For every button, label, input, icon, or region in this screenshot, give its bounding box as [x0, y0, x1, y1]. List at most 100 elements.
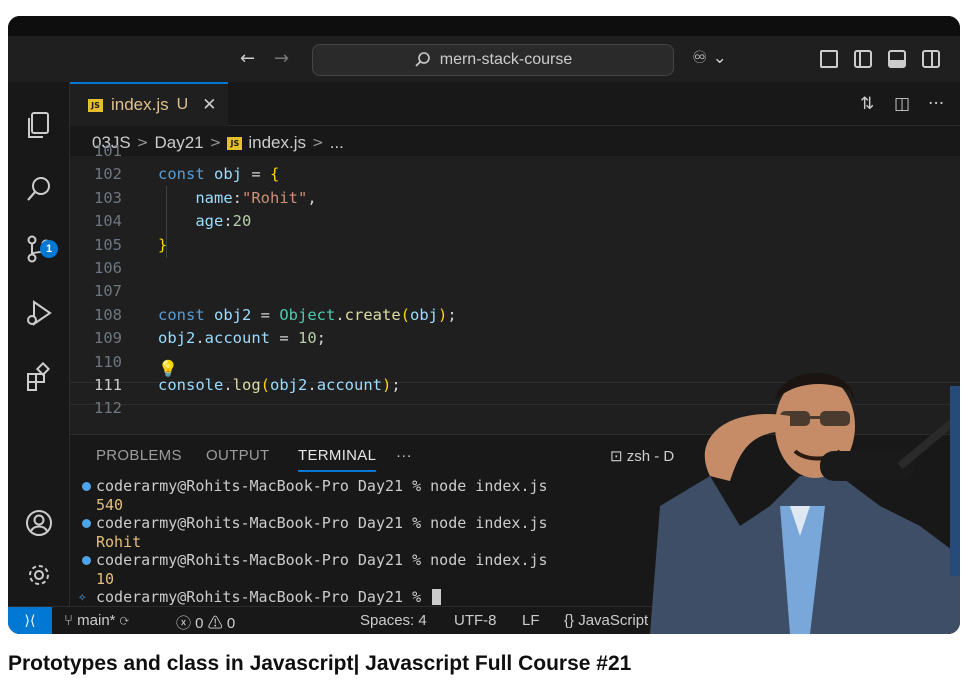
extensions-icon[interactable]	[24, 362, 54, 392]
tab-terminal[interactable]: TERMINAL	[298, 447, 377, 472]
terminal-cursor	[432, 589, 442, 605]
terminal-command-line: ✧ coderarmy@Rohits-MacBook-Pro Day21 %	[78, 588, 548, 607]
tab-index-js[interactable]: JS index.js U ✕	[70, 82, 228, 126]
compare-changes-icon[interactable]: ⇅	[860, 94, 874, 114]
sparkle-icon[interactable]: ✧	[78, 588, 86, 607]
line-number: 107	[94, 282, 122, 301]
code-line[interactable]: 102 const obj = {	[70, 163, 960, 186]
code-token: =	[242, 165, 270, 184]
code-token: account	[316, 376, 383, 394]
line-number: 110	[94, 352, 122, 371]
split-editor-icon[interactable]: ◫	[894, 94, 910, 114]
code-token: .	[195, 329, 205, 348]
search-text: mern-stack-course	[439, 51, 573, 68]
command-status-dot-icon[interactable]	[82, 556, 91, 565]
problems-indicator[interactable]: ⓧ 0 ⚠ 0	[176, 612, 235, 633]
code-text: const obj = {	[158, 163, 279, 186]
accounts-icon[interactable]	[24, 508, 54, 538]
customize-layout-icon[interactable]	[820, 50, 838, 68]
search-icon[interactable]	[24, 174, 54, 204]
terminal-command-line: coderarmy@Rohits-MacBook-Pro Day21 % nod…	[78, 514, 548, 533]
terminal-text: 540	[96, 495, 124, 514]
branch-name: main*	[77, 612, 116, 629]
forward-arrow-icon[interactable]: →	[274, 48, 289, 69]
remote-indicator-icon[interactable]: ⟩⟨	[8, 607, 52, 634]
line-number: 101	[94, 142, 122, 160]
code-token: "Rohit"	[242, 188, 308, 207]
code-line[interactable]: 103 name:"Rohit",	[70, 187, 960, 210]
command-status-dot-icon[interactable]	[82, 482, 91, 491]
code-line[interactable]: 109 obj2.account = 10;	[70, 327, 960, 350]
error-count: 0	[195, 615, 204, 632]
terminal-output-line: Rohit	[78, 533, 548, 552]
code-token: ;	[391, 376, 401, 394]
copilot-icon[interactable]: ♾ ⌄	[692, 48, 727, 68]
code-token: :	[223, 212, 233, 231]
code-token: =	[270, 329, 298, 348]
tab-output[interactable]: OUTPUT	[206, 447, 269, 464]
toggle-primary-sidebar-icon[interactable]	[854, 50, 872, 68]
line-number: 112	[94, 399, 122, 418]
toggle-secondary-sidebar-icon[interactable]	[922, 50, 940, 68]
video-frame[interactable]: ← → mern-stack-course ♾ ⌄ 1 JS index.js …	[8, 16, 960, 634]
code-line[interactable]: 105}	[70, 234, 960, 257]
line-number: 103	[94, 188, 122, 207]
terminal-text: coderarmy@Rohits-MacBook-Pro Day21 % nod…	[96, 514, 548, 532]
command-center-search[interactable]: mern-stack-course	[312, 44, 674, 76]
more-actions-icon[interactable]: ···	[928, 94, 944, 114]
code-token: (	[260, 376, 271, 394]
code-token: ;	[316, 329, 327, 348]
indentation-indicator[interactable]: Spaces: 4	[360, 612, 427, 629]
code-token: account	[204, 329, 270, 348]
code-text: console.log(obj2.account);	[158, 374, 401, 397]
code-token: console	[158, 376, 224, 394]
code-token: {	[270, 165, 280, 184]
code-line[interactable]: 106	[70, 257, 960, 280]
title-strip	[8, 16, 960, 36]
code-line[interactable]: 107	[70, 280, 960, 303]
tab-problems[interactable]: PROBLEMS	[96, 447, 182, 464]
explorer-icon[interactable]	[24, 110, 54, 140]
code-token: :	[232, 188, 242, 207]
command-status-dot-icon[interactable]	[82, 519, 91, 528]
code-token: obj	[410, 305, 439, 324]
code-line[interactable]: 108 const obj2 = Object.create(obj);	[70, 304, 960, 327]
language-name: JavaScript	[578, 612, 649, 629]
warning-count: 0	[226, 615, 236, 632]
terminal-text: coderarmy@Rohits-MacBook-Pro Day21 %	[96, 588, 431, 606]
back-arrow-icon[interactable]: ←	[240, 48, 255, 69]
terminal-output-line: 540	[78, 496, 548, 515]
close-icon[interactable]: ✕	[202, 95, 216, 115]
run-debug-icon[interactable]	[24, 298, 54, 328]
eol-indicator[interactable]: LF	[522, 612, 540, 629]
line-number: 105	[94, 235, 122, 254]
line-number: 106	[94, 259, 122, 277]
code-token: .	[223, 376, 233, 394]
code-text: const obj2 = Object.create(obj);	[158, 304, 457, 327]
code-token: const	[158, 305, 214, 324]
toggle-panel-icon[interactable]	[888, 50, 906, 68]
code-line[interactable]: 101	[70, 140, 960, 163]
braces-icon: {}	[564, 612, 579, 629]
code-token: ;	[447, 305, 457, 324]
code-line[interactable]: 104 age:20	[70, 210, 960, 233]
code-token: age	[158, 212, 224, 231]
code-token: Object	[279, 305, 336, 324]
line-number: 109	[94, 329, 122, 348]
terminal-text: Rohit	[96, 532, 142, 551]
code-token: 10	[298, 329, 317, 348]
code-token: ,	[307, 188, 317, 207]
encoding-indicator[interactable]: UTF-8	[454, 612, 497, 629]
video-title[interactable]: Prototypes and class in Javascript| Java…	[8, 652, 631, 676]
settings-gear-icon[interactable]	[24, 560, 54, 590]
code-token: .	[307, 376, 317, 394]
terminal-output[interactable]: coderarmy@Rohits-MacBook-Pro Day21 % nod…	[78, 477, 548, 607]
code-token: obj	[214, 165, 242, 184]
tab-git-status: U	[176, 96, 189, 113]
editor-tab-bar: JS index.js U ✕ ⇅ ◫ ···	[70, 82, 960, 126]
terminal-text: 10	[96, 569, 115, 588]
source-control-badge: 1	[40, 240, 58, 258]
panel-more-icon[interactable]: ···	[396, 447, 412, 464]
branch-indicator[interactable]: ⑂ main* ⟳	[64, 612, 129, 629]
language-indicator[interactable]: {} JavaScript	[564, 612, 648, 629]
